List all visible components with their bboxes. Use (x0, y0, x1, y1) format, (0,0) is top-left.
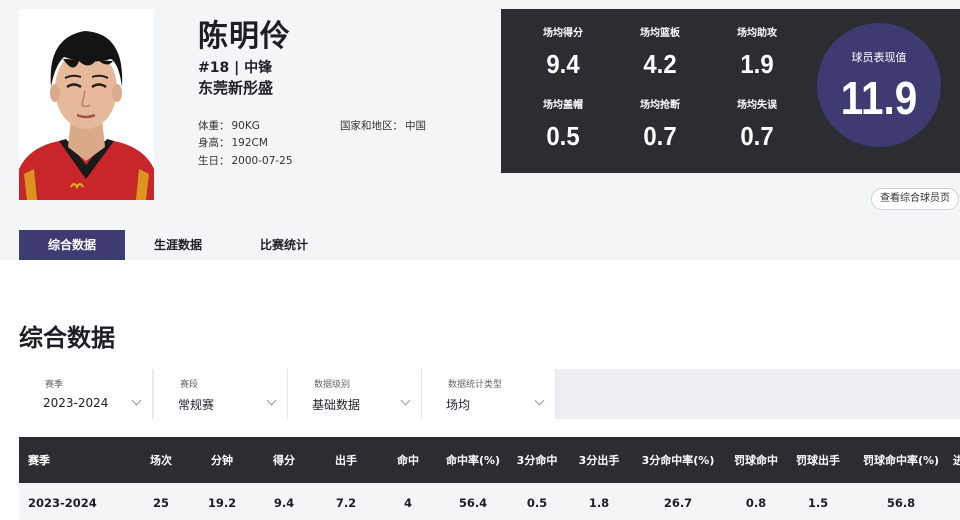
stat-label: 场均抢断 (640, 100, 680, 111)
filter-label: 数据统计类型 (448, 380, 503, 390)
player-weight: 体重： 90KG (198, 118, 260, 133)
stat-label: 场均得分 (543, 28, 583, 39)
table-header-cell: 进 (953, 454, 960, 467)
player-photo (19, 9, 154, 200)
height-label: 身高： (198, 137, 230, 149)
stat-value: 4.2 (643, 49, 677, 79)
stat-value: 0.7 (740, 121, 774, 151)
stat-value: 9.4 (546, 49, 580, 79)
table-header-cell: 命中率(%) (445, 454, 501, 467)
stat-type-select[interactable]: 数据统计类型 场均 (422, 369, 556, 419)
table-cell: 56.4 (458, 496, 488, 510)
chevron-down-icon (131, 395, 142, 406)
filter-value: 2023-2024 (43, 396, 109, 410)
stat-label: 场均盖帽 (543, 100, 583, 111)
table-header-cell: 罚球命中 (734, 454, 778, 467)
table-header-cell: 命中 (397, 454, 419, 467)
player-country: 国家和地区： 中国 (340, 118, 426, 133)
stat-label: 场均篮板 (640, 28, 680, 39)
player-team: 东莞新彤盛 (198, 79, 274, 97)
table-header-cell: 分钟 (211, 454, 233, 467)
player-number-position: #18 | 中锋 (198, 60, 273, 76)
weight-label: 体重： (198, 120, 230, 132)
table-header-cell: 罚球出手 (796, 454, 840, 467)
stat-value: 0.5 (546, 121, 580, 151)
birthday-value: 2000-07-25 (231, 155, 293, 167)
stat-rebounds: 场均篮板 4.2 (620, 24, 700, 80)
table-cell: 4 (403, 496, 412, 510)
player-birthday: 生日： 2000-07-25 (198, 153, 293, 168)
chevron-down-icon (266, 395, 277, 406)
data-level-select[interactable]: 数据级别 基础数据 (288, 369, 422, 419)
stat-label: 场均助攻 (737, 28, 777, 39)
data-tabs: 综合数据 生涯数据 比赛统计 (19, 230, 337, 260)
table-cell: 19.2 (207, 496, 237, 510)
stage-select[interactable]: 赛段 常规赛 (154, 369, 288, 419)
birthday-label: 生日： (198, 155, 230, 167)
stat-blocks: 场均盖帽 0.5 (523, 96, 603, 152)
player-rating-circle: 球员表现值 11.9 (817, 23, 941, 147)
table-cell: 2023-2024 (28, 496, 97, 510)
tab-overall-data[interactable]: 综合数据 (19, 230, 125, 260)
weight-value: 90KG (231, 120, 260, 132)
filter-label: 赛段 (180, 380, 199, 390)
height-value: 192CM (231, 137, 268, 149)
filter-label: 数据级别 (314, 380, 351, 390)
stat-value: 1.9 (740, 49, 774, 79)
stat-assists: 场均助攻 1.9 (717, 24, 797, 80)
table-row: 2023-2024 25 19.2 9.4 7.2 4 56.4 0.5 1.8… (19, 483, 960, 520)
filter-value: 场均 (446, 398, 471, 412)
table-cell: 1.8 (588, 496, 610, 510)
player-name: 陈明伶 (198, 19, 291, 54)
filter-bar: 赛季 2023-2024 赛段 常规赛 数据级别 基础数据 数据统计类型 场均 (19, 369, 960, 419)
table-cell: 26.7 (663, 496, 693, 510)
stat-value: 0.7 (643, 121, 677, 151)
rating-value: 11.9 (840, 72, 918, 124)
table-header-cell: 场次 (150, 454, 172, 467)
stat-label: 场均失误 (737, 100, 777, 111)
filter-label: 赛季 (45, 380, 64, 390)
table-cell: 0.8 (745, 496, 767, 510)
table-header-cell: 赛季 (28, 454, 50, 467)
stats-table: 赛季 场次 分钟 得分 出手 命中 命中率(%) 3分命中 3分出手 3分命中率… (19, 437, 960, 520)
table-cell: 56.8 (886, 496, 916, 510)
view-profile-button[interactable]: 查看综合球员页 (871, 188, 959, 210)
filter-value: 基础数据 (312, 398, 361, 412)
player-height: 身高： 192CM (198, 135, 268, 150)
country-value: 中国 (405, 120, 426, 132)
table-cell: 9.4 (273, 496, 295, 510)
stat-steals: 场均抢断 0.7 (620, 96, 700, 152)
table-header-cell: 3分出手 (578, 454, 620, 467)
chevron-down-icon (534, 395, 545, 406)
rating-label: 球员表现值 (851, 51, 907, 64)
table-header: 赛季 场次 分钟 得分 出手 命中 命中率(%) 3分命中 3分出手 3分命中率… (19, 437, 960, 483)
stat-turnovers: 场均失误 0.7 (717, 96, 797, 152)
tab-career-data[interactable]: 生涯数据 (125, 230, 231, 260)
season-select[interactable]: 赛季 2023-2024 (19, 369, 153, 419)
table-cell: 1.5 (807, 496, 829, 510)
table-header-cell: 出手 (335, 454, 357, 467)
table-cell: 7.2 (335, 496, 357, 510)
chevron-down-icon (400, 395, 411, 406)
table-cell: 0.5 (526, 496, 548, 510)
table-cell: 25 (152, 496, 169, 510)
table-header-cell: 得分 (273, 454, 295, 467)
table-header-cell: 3分命中率(%) (641, 454, 715, 467)
filter-value: 常规赛 (178, 398, 215, 412)
table-header-cell: 3分命中 (516, 454, 558, 467)
table-header-cell: 罚球命中率(%) (862, 454, 940, 467)
section-title: 综合数据 (19, 324, 115, 352)
tab-game-stats[interactable]: 比赛统计 (231, 230, 337, 260)
stat-points: 场均得分 9.4 (523, 24, 603, 80)
country-label: 国家和地区： (340, 120, 403, 132)
